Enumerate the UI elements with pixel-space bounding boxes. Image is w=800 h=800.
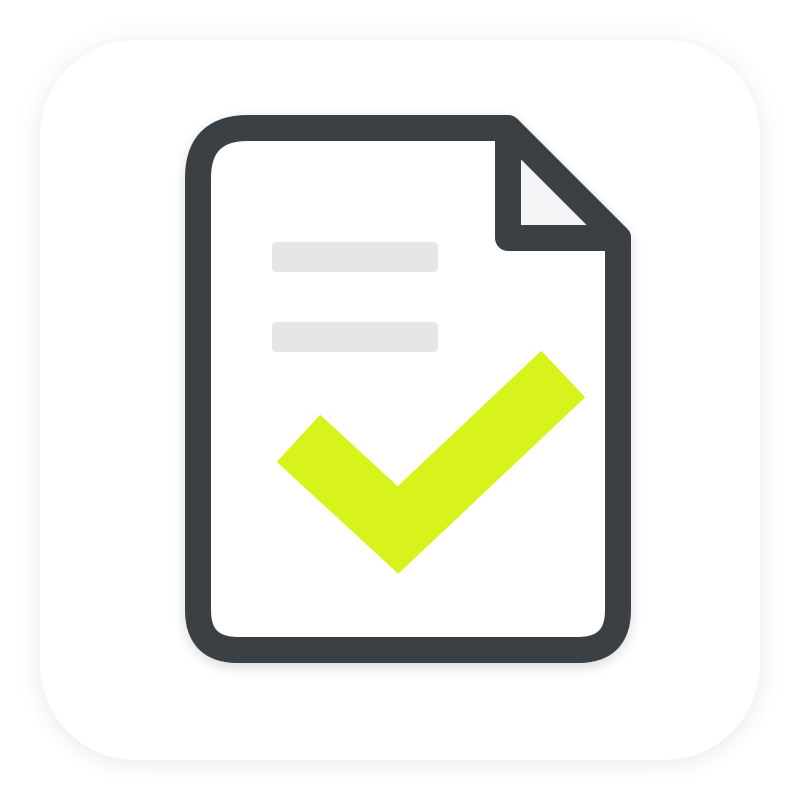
document-check-icon xyxy=(185,115,631,663)
document-folded-corner xyxy=(495,115,631,251)
document-text-line xyxy=(272,242,438,272)
document-text-line xyxy=(272,322,438,352)
app-icon-canvas xyxy=(0,0,800,800)
